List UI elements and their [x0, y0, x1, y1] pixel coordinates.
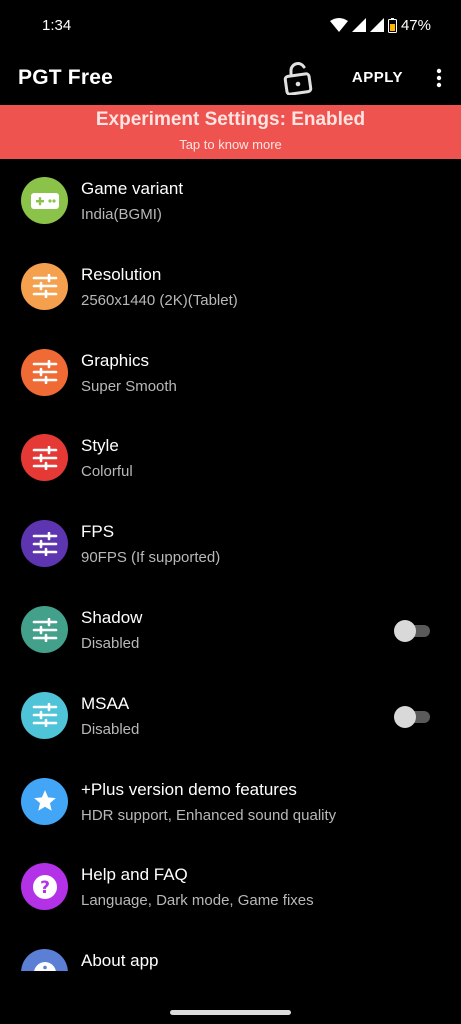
settings-item-subtitle: India(BGMI) — [81, 206, 162, 223]
settings-item-fps[interactable]: FPS 90FPS (If supported) — [0, 502, 461, 588]
banner-title: Experiment Settings: Enabled — [95, 109, 366, 130]
settings-item-subtitle: 90FPS (If supported) — [81, 549, 221, 567]
status-icons: 47% — [329, 16, 431, 34]
settings-item-subtitle: Disabled — [81, 635, 140, 652]
settings-item-style[interactable]: Style Colorful — [0, 416, 461, 502]
settings-item-title: About app — [81, 951, 159, 971]
experiment-banner[interactable]: Experiment Settings: Enabled Tap to know… — [0, 105, 461, 159]
settings-item-title: MSAA — [81, 693, 130, 713]
settings-item-shadow[interactable]: Shadow Disabled — [0, 588, 461, 674]
settings-item-about-app[interactable]: About app — [0, 931, 461, 971]
home-gesture-handle[interactable] — [170, 1010, 291, 1015]
toggle-thumb — [394, 620, 416, 642]
svg-text:?: ? — [40, 878, 50, 898]
settings-item-plus-version-demo-features[interactable]: +Plus version demo features HDR support, … — [0, 760, 461, 846]
settings-item-graphics[interactable]: Graphics Super Smooth — [0, 331, 461, 417]
sliders-icon — [21, 606, 68, 653]
apply-button[interactable]: APPLY — [352, 69, 403, 86]
navigation-bar — [0, 971, 461, 1024]
settings-item-subtitle: 2560x1440 (2K)(Tablet) — [81, 291, 238, 309]
star-icon — [21, 777, 68, 825]
sliders-icon — [21, 348, 68, 396]
gamepad-icon — [21, 177, 68, 224]
sliders-icon — [21, 262, 68, 310]
sliders-icon — [21, 691, 68, 739]
settings-item-title: Game variant — [81, 179, 184, 198]
settings-item-game-variant[interactable]: Game variant India(BGMI) — [0, 159, 461, 245]
app-title: PGT Free — [18, 65, 113, 89]
settings-item-msaa[interactable]: MSAA Disabled — [0, 674, 461, 760]
banner-subtitle: Tap to know more — [179, 137, 282, 152]
settings-item-title: Help and FAQ — [81, 865, 188, 885]
settings-item-title: +Plus version demo features — [81, 779, 297, 799]
settings-item-subtitle: Disabled — [81, 720, 140, 738]
sliders-icon — [21, 434, 68, 482]
signal-icon-2 — [369, 18, 384, 32]
settings-item-title: FPS — [81, 522, 115, 542]
help-icon: ? — [21, 863, 68, 911]
settings-item-help-and-faq[interactable]: ? Help and FAQ Language, Dark mode, Game f… — [0, 845, 461, 931]
settings-item-title: Shadow — [81, 608, 143, 627]
toggle-switch[interactable] — [394, 705, 430, 728]
sliders-icon — [21, 520, 68, 568]
unlock-button[interactable] — [278, 58, 318, 98]
wifi-icon — [329, 18, 348, 32]
settings-item-subtitle: Super Smooth — [81, 377, 177, 395]
settings-item-title: Style — [81, 436, 119, 456]
more-vert-icon — [436, 68, 442, 87]
status-time: 1:34 — [42, 16, 72, 34]
toggle-thumb — [394, 705, 416, 728]
settings-item-subtitle: HDR support, Enhanced sound quality — [81, 806, 337, 824]
battery-icon — [387, 17, 397, 33]
signal-icon — [351, 18, 366, 32]
more-options-button[interactable] — [429, 58, 449, 98]
status-bar: 1:34 47% — [0, 0, 461, 50]
settings-item-resolution[interactable]: Resolution 2560x1440 (2K)(Tablet) — [0, 245, 461, 331]
info-icon — [21, 949, 68, 971]
battery-percent: 47% — [400, 16, 431, 34]
toggle-switch[interactable] — [394, 620, 430, 642]
app-bar: PGT Free APPLY — [0, 50, 461, 105]
settings-item-title: Resolution — [81, 264, 162, 284]
settings-list[interactable]: Game variant India(BGMI) Resolution 2560x14… — [0, 159, 461, 971]
settings-item-title: Graphics — [81, 350, 150, 370]
settings-item-subtitle: Language, Dark mode, Game fixes — [81, 892, 314, 910]
settings-item-subtitle: Colorful — [81, 463, 133, 481]
unlock-icon — [283, 61, 313, 95]
